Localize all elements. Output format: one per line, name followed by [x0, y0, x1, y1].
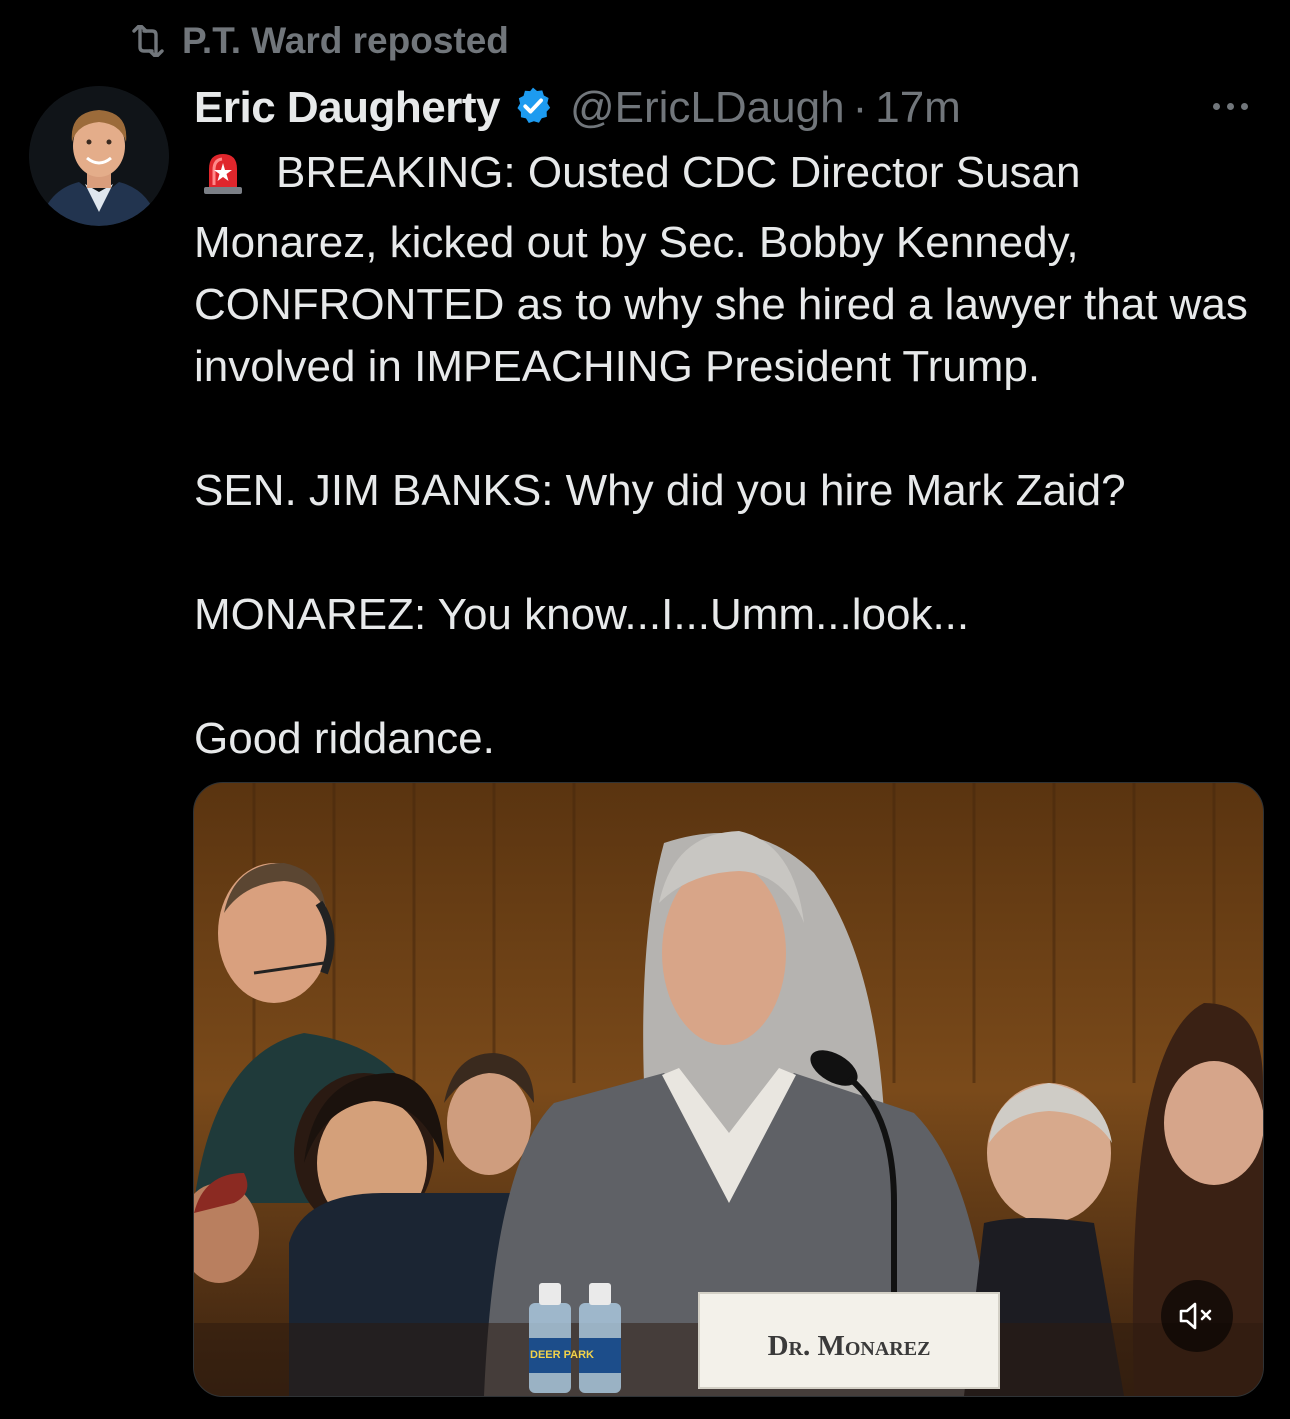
post-time[interactable]: 17m — [875, 83, 961, 133]
muted-speaker-icon — [1177, 1300, 1217, 1332]
verified-badge-icon[interactable] — [512, 85, 554, 132]
separator-dot: · — [852, 83, 868, 132]
bottle-label: DEER PARK — [530, 1349, 594, 1361]
tweet-text-part2: SEN. JIM BANKS: Why did you hire Mark Za… — [194, 466, 1126, 515]
unmute-button[interactable] — [1161, 1280, 1233, 1352]
repost-label: P.T. Ward reposted — [182, 20, 509, 61]
repost-context[interactable]: P.T. Ward reposted — [128, 16, 509, 66]
more-dot-icon — [1240, 102, 1248, 110]
tweet-text-part4: Good riddance. — [194, 714, 495, 763]
video-frame: DEER PARK Dr. Monarez — [194, 783, 1263, 1396]
author-handle[interactable]: @EricLDaugh — [570, 83, 845, 133]
tweet-header: Eric Daugherty @EricLDaugh · 17m — [194, 78, 961, 138]
nameplate-text: Dr. Monarez — [768, 1330, 931, 1362]
tweet-text: BREAKING: Ousted CDC Director Susan Mona… — [194, 142, 1264, 770]
tweet-text-part1: BREAKING: Ousted CDC Director Susan Mona… — [194, 148, 1248, 391]
tweet-paragraph: BREAKING: Ousted CDC Director Susan Mona… — [194, 142, 1264, 398]
video-player[interactable]: DEER PARK Dr. Monarez — [193, 782, 1264, 1397]
more-options-button[interactable] — [1200, 88, 1260, 124]
tweet-text-part3: MONAREZ: You know...I...Umm...look... — [194, 590, 970, 639]
rotating-light-icon — [200, 149, 246, 212]
avatar[interactable] — [29, 86, 169, 226]
more-dot-icon — [1226, 102, 1234, 110]
author-name[interactable]: Eric Daugherty — [194, 83, 500, 133]
repost-icon — [128, 25, 168, 57]
more-dot-icon — [1212, 102, 1220, 110]
